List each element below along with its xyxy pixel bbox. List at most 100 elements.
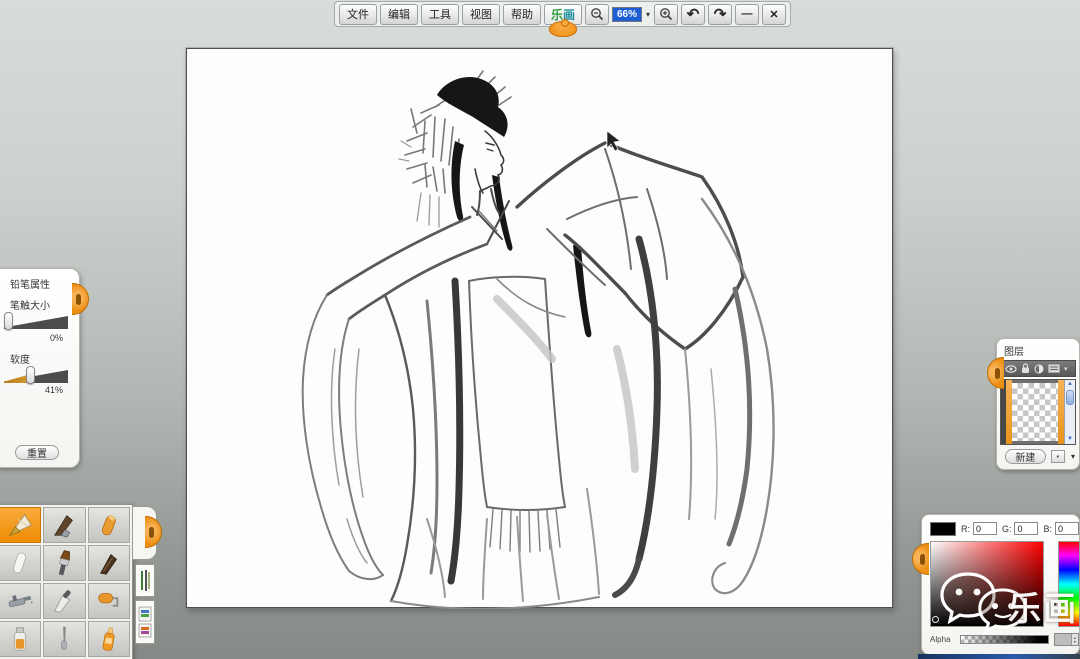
brush-panel-title: 铅笔属性 [10,280,50,291]
layer-blend-menu-icon[interactable] [1048,364,1060,373]
tool-ink-bottle[interactable] [0,621,42,657]
g-label: G: [1001,523,1012,534]
menu-help[interactable]: 帮助 [503,3,541,25]
layers-panel: 图层 ▾ ▲ ▼ 新建 ▪ ▾ [987,338,1080,470]
layer-options-caret[interactable]: ▾ [1071,452,1075,461]
brush-properties-panel: 铅笔属性 笔触大小 0% 软度 41% 重置 [0,268,89,468]
scroll-down-button[interactable]: ▼ [1067,435,1073,444]
tool-charcoal-stick[interactable] [43,507,86,543]
zoom-level-display[interactable]: 66% [612,6,643,22]
drawing-canvas[interactable] [186,48,893,609]
sv-marker[interactable] [932,616,939,623]
paint-brush-icon [59,550,71,576]
menu-view[interactable]: 视图 [462,3,500,25]
marker-icon [102,627,115,651]
brush-size-slider[interactable] [4,312,68,331]
tool-palette [0,504,162,659]
softness-handle[interactable] [26,366,35,384]
alpha-spin-value [1054,634,1071,645]
main-toolbar: 文件 编辑 工具 视图 帮助 乐 画 66% ▾ ↶ ↷ — ✕ [334,1,792,37]
softness-slider[interactable] [4,366,68,385]
tool-paint-roller[interactable] [87,583,130,619]
hue-marker-left [1052,600,1057,608]
minimize-button[interactable]: — [735,3,760,25]
undo-arrow-icon: ↶ [686,6,700,23]
ink-pen-icon [99,554,117,575]
video-progress-bar [918,654,1080,659]
palette-side-tab[interactable] [132,506,162,560]
r-input[interactable] [972,522,997,535]
tool-crayon[interactable] [87,507,130,543]
layer-list: ▲ ▼ [1000,379,1076,445]
layer-thumbnail[interactable] [1012,383,1058,441]
redo-button[interactable]: ↷ [708,3,733,25]
brush-set-icon [141,569,150,591]
layer-opacity-icon[interactable] [1034,364,1044,374]
scroll-thumb[interactable] [1066,390,1074,405]
b-label: B: [1043,523,1052,534]
hue-bar[interactable] [1052,541,1080,627]
redo-arrow-icon: ↷ [713,6,727,23]
softness-value: 41% [44,385,63,395]
layers-scrollbar[interactable]: ▲ ▼ [1064,380,1075,444]
menu-tools[interactable]: 工具 [421,3,459,25]
spinner-down-icon[interactable]: ▾ [1074,639,1076,644]
layers-toolbar: ▾ [1000,360,1076,377]
reset-button[interactable]: 重置 [15,445,59,460]
texture-library-icon [138,606,152,638]
brush-size-handle[interactable] [4,312,13,330]
layers-clip-icon [987,357,1004,389]
tool-ink-pen[interactable] [87,545,130,581]
saturation-value-gradient[interactable] [930,541,1044,627]
app-window: 文件 编辑 工具 视图 帮助 乐 画 66% ▾ ↶ ↷ — ✕ 铅笔属性 笔触… [0,0,1080,659]
brush-size-track[interactable] [4,316,68,329]
charcoal-stick-icon [54,515,74,538]
color-panel: R: G: B: Alpha ▴ ▾ [912,514,1080,655]
eraser-icon [13,552,27,574]
tool-airbrush[interactable] [0,583,42,619]
layers-panel-title: 图层 [1004,347,1024,358]
crayon-icon [101,514,116,536]
ink-bottle-icon [14,627,27,651]
palette-clip-icon [145,516,162,548]
close-icon: ✕ [769,8,779,21]
tool-pencil[interactable] [0,507,42,543]
alpha-slider[interactable] [960,635,1049,644]
tool-eraser[interactable] [0,545,42,581]
scroll-up-button[interactable]: ▲ [1067,380,1073,389]
palette-knife-icon [54,590,72,613]
layer-visibility-icon[interactable] [1005,364,1017,373]
magnifier-minus-icon [591,8,604,21]
panel-clip-icon [72,283,89,315]
r-label: R: [960,523,970,534]
tool-marker[interactable] [87,621,130,657]
new-layer-button[interactable]: 新建 [1005,449,1046,464]
undo-button[interactable]: ↶ [681,3,706,25]
menu-edit[interactable]: 编辑 [380,3,418,25]
brush-set-button[interactable] [135,564,155,597]
tool-paint-brush[interactable] [43,545,86,581]
layer-menu-caret[interactable]: ▾ [1064,365,1068,373]
alpha-spinbox[interactable]: ▴ ▾ [1053,633,1079,646]
logo-smile-icon [549,18,577,37]
close-button[interactable]: ✕ [762,3,787,25]
layer-options-button[interactable]: ▪ [1050,450,1065,463]
tool-palette-knife[interactable] [43,583,86,619]
tool-etching-needle[interactable] [43,621,86,657]
texture-library-button[interactable] [135,600,155,644]
alpha-label: Alpha [930,635,951,644]
g-input[interactable] [1014,522,1039,535]
zoom-in-button[interactable] [654,3,679,25]
zoom-out-button[interactable] [585,3,609,25]
menu-file[interactable]: 文件 [339,3,377,25]
current-color-swatch[interactable] [930,521,956,536]
airbrush-icon [8,595,33,607]
layer-lock-icon[interactable] [1021,363,1030,374]
brush-size-label: 笔触大小 [10,301,50,312]
etching-needle-icon [61,626,68,650]
zoom-level-value: 66% [617,8,638,20]
b-input[interactable] [1055,522,1079,535]
app-logo[interactable]: 乐 画 [544,3,582,37]
zoom-dropdown-caret[interactable]: ▾ [646,10,650,19]
softness-label: 软度 [10,355,30,366]
